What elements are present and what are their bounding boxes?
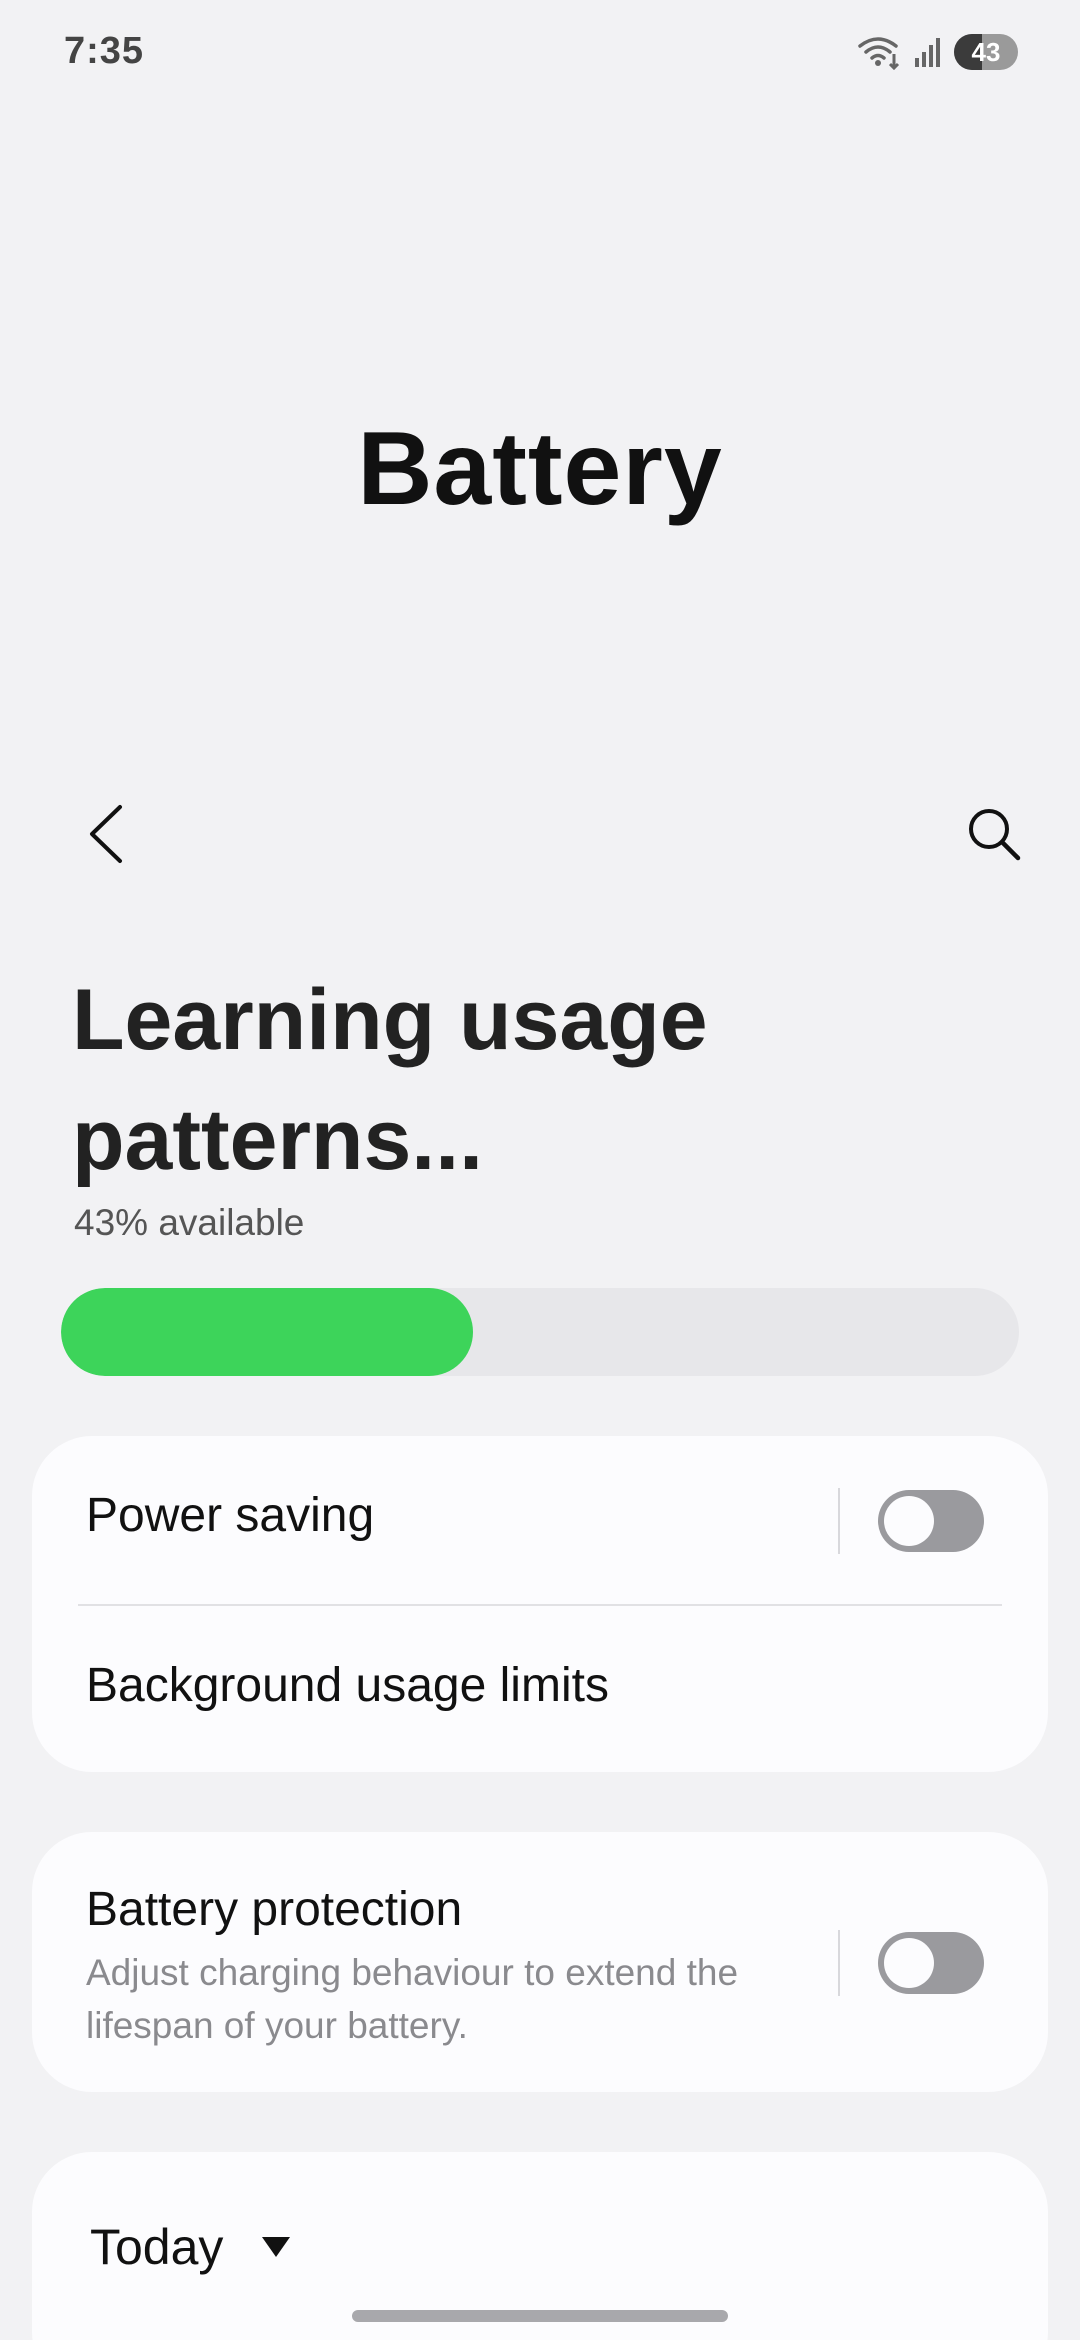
- battery-available-text: 43% available: [74, 1202, 305, 1243]
- power-saving-row[interactable]: Power saving: [32, 1436, 1048, 1604]
- home-indicator[interactable]: [352, 2310, 728, 2322]
- toggle-knob: [884, 1938, 934, 1988]
- battery-status-headline: Learning usage patterns...: [72, 972, 708, 1188]
- battery-level-bar: [61, 1288, 1019, 1376]
- power-saving-label: Power saving: [86, 1489, 375, 1542]
- search-icon: [969, 809, 1021, 861]
- battery-protection-label: Battery protection: [86, 1883, 463, 1936]
- battery-protection-description: Adjust charging behaviour to extend the …: [86, 1952, 739, 2046]
- wifi-icon: [858, 34, 902, 70]
- chevron-left-icon: [90, 805, 122, 863]
- battery-icon: 43: [954, 34, 1018, 70]
- battery-protection-toggle[interactable]: [878, 1932, 984, 1994]
- row-divider: [838, 1930, 840, 1996]
- power-card: Power saving Background usage limits: [32, 1436, 1048, 1772]
- back-button[interactable]: [72, 800, 140, 868]
- search-button[interactable]: [960, 800, 1028, 868]
- battery-protection-card[interactable]: Battery protection Adjust charging behav…: [32, 1832, 1048, 2092]
- toggle-knob: [884, 1496, 934, 1546]
- background-usage-limits-row[interactable]: Background usage limits: [32, 1606, 1048, 1772]
- period-selector[interactable]: Today: [90, 2218, 291, 2276]
- signal-icon: [914, 36, 942, 68]
- battery-settings-screen: 7:35 43 Battery Learning usage patterns.…: [0, 0, 1080, 2340]
- triangle-down-icon: [262, 2237, 291, 2257]
- power-saving-toggle[interactable]: [878, 1490, 984, 1552]
- period-label: Today: [90, 2219, 224, 2275]
- status-bar: 7:35 43: [0, 0, 1080, 110]
- row-divider: [838, 1488, 840, 1554]
- page-title: Battery: [357, 411, 723, 527]
- status-icons: 43: [858, 34, 1018, 70]
- battery-level-text: 43: [971, 36, 1001, 67]
- battery-level-fill: [61, 1288, 473, 1376]
- background-usage-limits-label: Background usage limits: [86, 1659, 609, 1712]
- status-time: 7:35: [64, 30, 145, 72]
